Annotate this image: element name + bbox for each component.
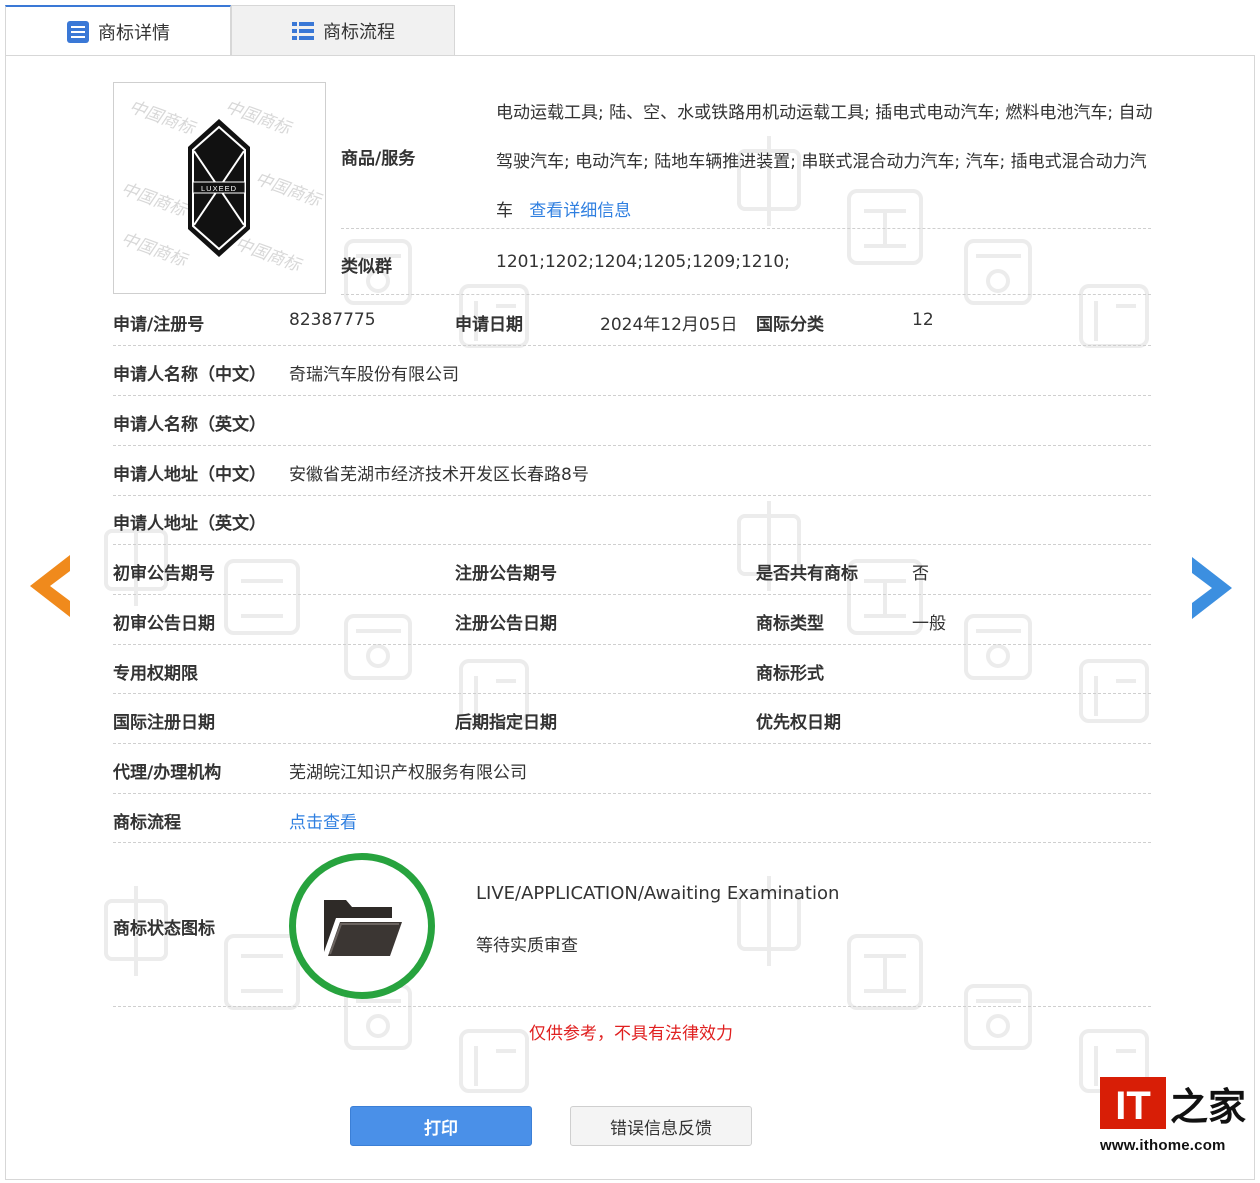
row-divider <box>113 842 1151 843</box>
applicant-en-label: 申请人名称（英文） <box>113 415 266 435</box>
tab-trademark-process[interactable]: 商标流程 <box>231 5 455 55</box>
prelim-date-label: 初审公告日期 <box>113 614 215 634</box>
shared-label: 是否共有商标 <box>756 564 858 584</box>
watermark-stamp-text: 中国商标 <box>232 234 305 277</box>
watermark-stamp-text: 中国商标 <box>118 179 191 222</box>
intl-class-value: 12 <box>912 310 934 330</box>
status-en: LIVE/APPLICATION/Awaiting Examination <box>476 883 840 904</box>
applicant-cn-value: 奇瑞汽车股份有限公司 <box>289 365 459 385</box>
watermark-stamp-text: 中国商标 <box>126 97 199 140</box>
row-divider <box>113 445 1151 446</box>
similar-group-label: 类似群 <box>341 257 392 277</box>
intl-class-label: 国际分类 <box>756 315 824 335</box>
watermark-stamp-text: 中国商标 <box>118 229 191 272</box>
status-cn: 等待实质审查 <box>476 936 578 956</box>
reg-issue-label: 注册公告期号 <box>455 564 557 584</box>
feedback-button[interactable]: 错误信息反馈 <box>570 1106 752 1146</box>
tab-label: 商标流程 <box>323 21 395 43</box>
intl-reg-date-label: 国际注册日期 <box>113 713 215 733</box>
agent-value: 芜湖皖江知识产权服务有限公司 <box>289 763 527 783</box>
row-divider <box>113 793 1151 794</box>
reg-number-label: 申请/注册号 <box>113 315 205 335</box>
print-button[interactable]: 打印 <box>350 1106 532 1146</box>
tab-trademark-detail[interactable]: 商标详情 <box>5 5 231 56</box>
process-label: 商标流程 <box>113 813 181 833</box>
prelim-issue-label: 初审公告期号 <box>113 564 215 584</box>
reg-number-value: 82387775 <box>289 310 376 330</box>
trademark-image: 中国商标 中国商标 中国商标 中国商标 中国商标 中国商标 LUXEED <box>113 82 326 294</box>
disclaimer-text: 仅供参考，不具有法律效力 <box>529 1024 733 1044</box>
tab-bar: 商标详情 商标流程 <box>0 0 1260 56</box>
goods-value: 电动运载工具; 陆、空、水或铁路用机动运载工具; 插电式电动汽车; 燃料电池汽车… <box>496 89 1156 236</box>
tm-form-label: 商标形式 <box>756 664 824 684</box>
agent-label: 代理/办理机构 <box>113 763 222 783</box>
address-en-label: 申请人地址（英文） <box>113 514 266 534</box>
row-divider <box>113 644 1151 645</box>
row-divider <box>113 544 1151 545</box>
row-divider <box>113 495 1151 496</box>
app-date-value: 2024年12月05日 <box>600 315 738 335</box>
detail-panel: 中国商标 中国商标 中国商标 中国商标 中国商标 中国商标 LUXEED 商品/… <box>5 55 1255 1180</box>
document-list-icon <box>67 20 89 43</box>
row-divider <box>113 693 1151 694</box>
next-arrow-icon[interactable] <box>1190 557 1232 619</box>
priority-date-label: 优先权日期 <box>756 713 841 733</box>
row-divider <box>113 1006 1151 1007</box>
row-divider <box>113 594 1151 595</box>
process-view-link[interactable]: 点击查看 <box>289 808 357 833</box>
shared-value: 否 <box>912 564 929 584</box>
reg-date-label: 注册公告日期 <box>455 614 557 634</box>
similar-group-value: 1201;1202;1204;1205;1209;1210; <box>496 252 790 272</box>
ithome-logo-home: 之家 <box>1170 1085 1246 1129</box>
address-cn-value: 安徽省芜湖市经济技术开发区长春路8号 <box>289 465 589 485</box>
status-ring <box>289 853 435 999</box>
row-divider <box>113 743 1151 744</box>
folder-icon <box>324 900 402 956</box>
row-divider <box>113 395 1151 396</box>
app-date-label: 申请日期 <box>455 315 523 335</box>
prev-arrow-icon[interactable] <box>30 555 72 617</box>
row-divider <box>341 228 1151 229</box>
address-cn-label: 申请人地址（中文） <box>113 465 266 485</box>
trademark-logo-text: LUXEED <box>201 184 237 193</box>
later-date-label: 后期指定日期 <box>455 713 557 733</box>
ithome-url: www.ithome.com <box>1100 1137 1226 1154</box>
row-divider <box>341 294 1151 295</box>
applicant-cn-label: 申请人名称（中文） <box>113 365 266 385</box>
exclusive-term-label: 专用权期限 <box>113 664 198 684</box>
tm-type-value: 一般 <box>912 614 946 634</box>
tm-type-label: 商标类型 <box>756 614 824 634</box>
trademark-logo: 中国商标 中国商标 中国商标 中国商标 中国商标 中国商标 LUXEED <box>118 97 325 277</box>
view-details-link[interactable]: 查看详细信息 <box>529 201 631 221</box>
tab-label: 商标详情 <box>98 22 170 44</box>
ithome-logo-it: IT <box>1115 1084 1151 1128</box>
row-divider <box>113 345 1151 346</box>
watermark-stamp-text: 中国商标 <box>252 169 325 212</box>
goods-label: 商品/服务 <box>341 149 416 169</box>
status-icon-label: 商标状态图标 <box>113 919 215 939</box>
list-icon <box>292 21 314 40</box>
